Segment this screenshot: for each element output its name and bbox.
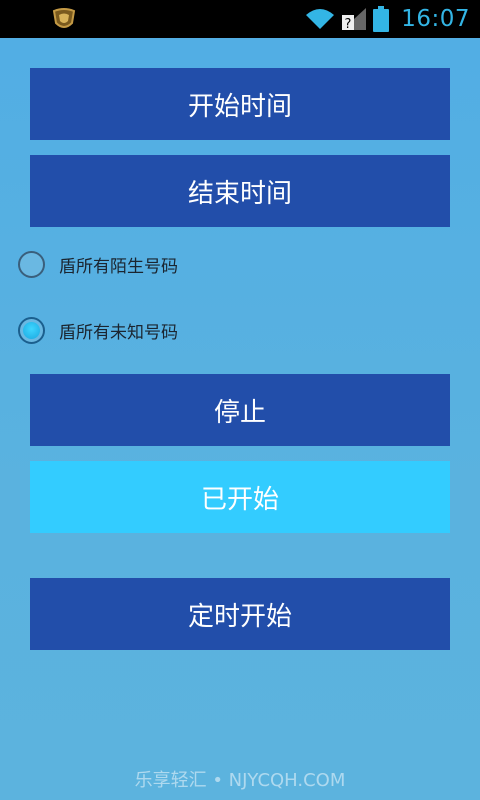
started-status-button[interactable]: 已开始 <box>30 461 450 533</box>
status-bar: ? 16:07 <box>0 0 480 38</box>
radio-checked-icon[interactable] <box>18 316 45 344</box>
status-time: 16:07 <box>401 6 470 32</box>
status-icons: ? 16:07 <box>305 0 470 38</box>
start-time-button[interactable]: 开始时间 <box>30 68 450 140</box>
svg-text:?: ? <box>345 17 352 31</box>
radio-block-strangers[interactable]: 盾所有陌生号码 <box>18 248 178 280</box>
stop-button[interactable]: 停止 <box>30 374 450 446</box>
app-shield-icon <box>52 8 76 28</box>
battery-icon <box>373 6 390 32</box>
radio-label-strangers: 盾所有陌生号码 <box>59 256 178 277</box>
scheduled-start-button[interactable]: 定时开始 <box>30 578 450 650</box>
radio-dot <box>23 321 40 339</box>
wifi-icon <box>306 9 335 29</box>
radio-label-unknown: 盾所有未知号码 <box>59 322 178 343</box>
main-content: 开始时间 结束时间 盾所有陌生号码 盾所有未知号码 停止 已开始 定时开始 乐享… <box>0 38 480 800</box>
radio-block-unknown[interactable]: 盾所有未知号码 <box>18 314 178 346</box>
radio-unchecked-icon[interactable] <box>18 250 45 278</box>
end-time-button[interactable]: 结束时间 <box>30 155 450 227</box>
signal-icon: ? <box>342 8 367 31</box>
watermark: 乐享轻汇 • NJYCQH.COM <box>134 770 346 791</box>
